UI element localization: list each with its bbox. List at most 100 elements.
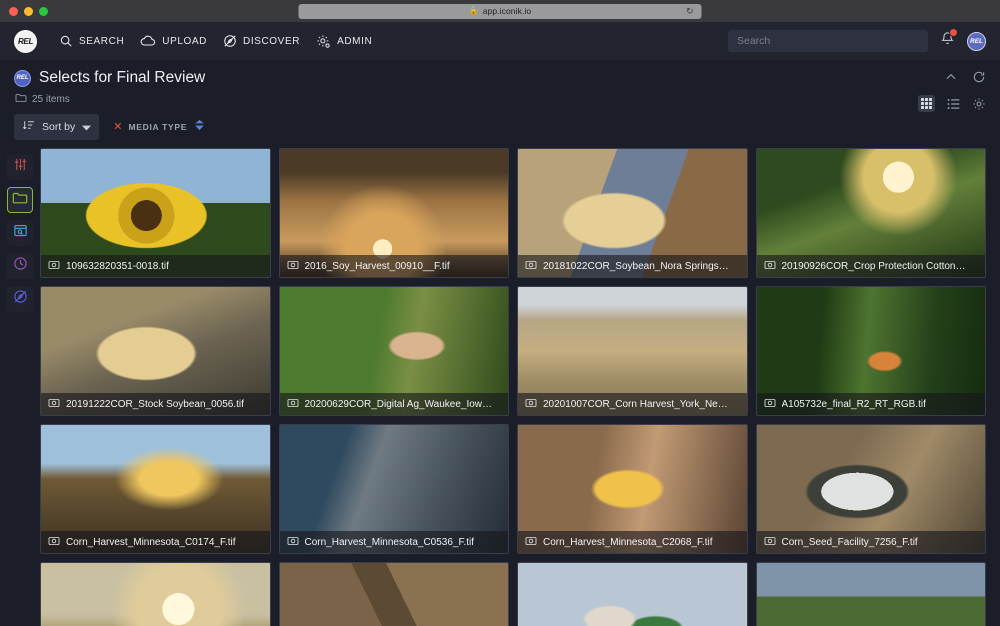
- rail-button-collections[interactable]: [7, 187, 33, 213]
- camera-icon: [764, 533, 776, 551]
- asset-filename: Corn_Harvest_Minnesota_C0536_F.tif: [305, 537, 475, 548]
- camera-icon: [764, 257, 776, 275]
- asset-card[interactable]: 20190926COR_Crop Protection Cotton…: [756, 148, 987, 278]
- nav-item-search[interactable]: SEARCH: [59, 34, 124, 48]
- global-search-box[interactable]: [728, 30, 928, 52]
- asset-card[interactable]: 20181022COR_Soybean_Nora Springs…: [517, 148, 748, 278]
- camera-icon: [287, 533, 299, 551]
- nav-item-discover-label: DISCOVER: [243, 36, 300, 47]
- camera-icon: [525, 257, 537, 275]
- cloud-upload-icon: [140, 34, 156, 48]
- filter-toolbar: Sort by ✕ MEDIA TYPE: [0, 106, 1000, 140]
- search-input[interactable]: [737, 35, 919, 47]
- asset-card[interactable]: Corn_Harvest_Minnesota_C2068_F.tif: [517, 424, 748, 554]
- content-body: 109632820351-0018.tif 2016_Soy_Harvest_00…: [0, 148, 1000, 626]
- asset-card[interactable]: A105732e_final_R2_RT_RGB.tif: [756, 286, 987, 416]
- asset-filename: 20200629COR_Digital Ag_Waukee_Iow…: [305, 399, 493, 410]
- main-nav-items: SEARCH UPLOAD DISCOVER: [59, 34, 372, 49]
- camera-icon: [764, 395, 776, 413]
- folder-icon: [15, 92, 27, 106]
- asset-card[interactable]: 20191222COR_Stock Soybean_0056.tif: [40, 286, 271, 416]
- user-avatar[interactable]: REL: [967, 32, 986, 51]
- asset-card[interactable]: 20200629COR_Digital Ag_Waukee_Iow…: [279, 286, 510, 416]
- asset-thumbnail: [280, 563, 509, 626]
- asset-filename: 20191222COR_Stock Soybean_0056.tif: [66, 399, 244, 410]
- list-view-icon[interactable]: [946, 97, 961, 111]
- asset-card[interactable]: [756, 562, 987, 626]
- asset-card[interactable]: 20201007COR_Corn Harvest_York_Ne…: [517, 286, 748, 416]
- left-tool-rail: [0, 148, 40, 626]
- asset-filename: 20190926COR_Crop Protection Cotton…: [782, 261, 966, 272]
- browser-chrome: 🔒 app.iconik.io ↻: [0, 0, 1000, 22]
- camera-icon: [48, 395, 60, 413]
- maximize-window-button[interactable]: [39, 7, 48, 16]
- compass-slash-icon: [13, 289, 28, 309]
- chevron-up-icon[interactable]: [944, 70, 958, 84]
- nav-item-search-label: SEARCH: [79, 36, 124, 47]
- item-count-label: 25 items: [32, 94, 70, 105]
- asset-label: Corn_Harvest_Minnesota_C2068_F.tif: [518, 531, 747, 553]
- asset-card[interactable]: Corn_Seed_Facility_7256_F.tif: [756, 424, 987, 554]
- brand-logo[interactable]: REL: [14, 30, 37, 53]
- title-row: REL Selects for Final Review: [14, 69, 986, 87]
- nav-item-discover[interactable]: DISCOVER: [223, 34, 300, 48]
- asset-card[interactable]: [40, 562, 271, 626]
- sliders-icon: [13, 157, 28, 177]
- rail-button-discover[interactable]: [7, 286, 33, 312]
- asset-card[interactable]: [279, 562, 510, 626]
- filter-chip-media-type[interactable]: ✕ MEDIA TYPE: [113, 118, 206, 136]
- sort-by-button[interactable]: Sort by: [14, 114, 99, 140]
- close-x-icon[interactable]: ✕: [113, 122, 122, 133]
- chevron-down-icon: [82, 118, 91, 136]
- address-bar[interactable]: 🔒 app.iconik.io ↻: [299, 4, 702, 19]
- asset-label: 109632820351-0018.tif: [41, 255, 270, 277]
- asset-filename: 2016_Soy_Harvest_00910__F.tif: [305, 261, 450, 272]
- header-tools-top: [944, 70, 986, 84]
- clock-icon: [13, 256, 28, 276]
- address-bar-url: app.iconik.io: [483, 6, 532, 16]
- asset-grid-area[interactable]: 109632820351-0018.tif 2016_Soy_Harvest_00…: [40, 148, 1000, 626]
- minimize-window-button[interactable]: [24, 7, 33, 16]
- nav-item-upload[interactable]: UPLOAD: [140, 34, 207, 48]
- nav-item-admin[interactable]: ADMIN: [316, 34, 372, 49]
- camera-icon: [48, 257, 60, 275]
- asset-label: 20200629COR_Digital Ag_Waukee_Iow…: [280, 393, 509, 415]
- asset-filename: 20201007COR_Corn Harvest_York_Ne…: [543, 399, 728, 410]
- top-navigation-bar: REL SEARCH UPLOAD DISC: [0, 22, 1000, 60]
- rail-button-saved-searches[interactable]: [7, 220, 33, 246]
- camera-icon: [287, 395, 299, 413]
- refresh-icon[interactable]: [972, 70, 986, 84]
- asset-filename: A105732e_final_R2_RT_RGB.tif: [782, 399, 926, 410]
- rail-button-filters[interactable]: [7, 154, 33, 180]
- asset-label: 20190926COR_Crop Protection Cotton…: [757, 255, 986, 277]
- asset-card[interactable]: Corn_Harvest_Minnesota_C0536_F.tif: [279, 424, 510, 554]
- asset-filename: Corn_Harvest_Minnesota_C2068_F.tif: [543, 537, 713, 548]
- asset-filename: 20181022COR_Soybean_Nora Springs…: [543, 261, 729, 272]
- asset-thumbnail: [518, 563, 747, 626]
- asset-card[interactable]: 109632820351-0018.tif: [40, 148, 271, 278]
- filter-chip-label: MEDIA TYPE: [128, 122, 187, 132]
- asset-grid: 109632820351-0018.tif 2016_Soy_Harvest_00…: [40, 148, 986, 626]
- gear-icon: [316, 34, 331, 49]
- sort-icon: [22, 118, 35, 136]
- nav-item-admin-label: ADMIN: [337, 36, 372, 47]
- page-header: REL Selects for Final Review 25 items: [0, 60, 1000, 106]
- reload-icon[interactable]: ↻: [686, 6, 694, 17]
- rail-button-recent[interactable]: [7, 253, 33, 279]
- asset-thumbnail: [41, 563, 270, 626]
- asset-label: 20181022COR_Soybean_Nora Springs…: [518, 255, 747, 277]
- asset-label: 20201007COR_Corn Harvest_York_Ne…: [518, 393, 747, 415]
- folder-icon: [12, 190, 28, 210]
- asset-filename: Corn_Seed_Facility_7256_F.tif: [782, 537, 918, 548]
- notifications-button[interactable]: [940, 31, 955, 51]
- gear-icon[interactable]: [972, 97, 986, 111]
- asset-card[interactable]: Corn_Harvest_Minnesota_C0174_F.tif: [40, 424, 271, 554]
- asset-label: 2016_Soy_Harvest_00910__F.tif: [280, 255, 509, 277]
- asset-card[interactable]: 2016_Soy_Harvest_00910__F.tif: [279, 148, 510, 278]
- header-tools-bottom: [918, 95, 986, 112]
- grid-view-icon[interactable]: [918, 95, 935, 112]
- asset-card[interactable]: [517, 562, 748, 626]
- nav-right-group: REL: [728, 30, 986, 52]
- asset-label: Corn_Seed_Facility_7256_F.tif: [757, 531, 986, 553]
- close-window-button[interactable]: [9, 7, 18, 16]
